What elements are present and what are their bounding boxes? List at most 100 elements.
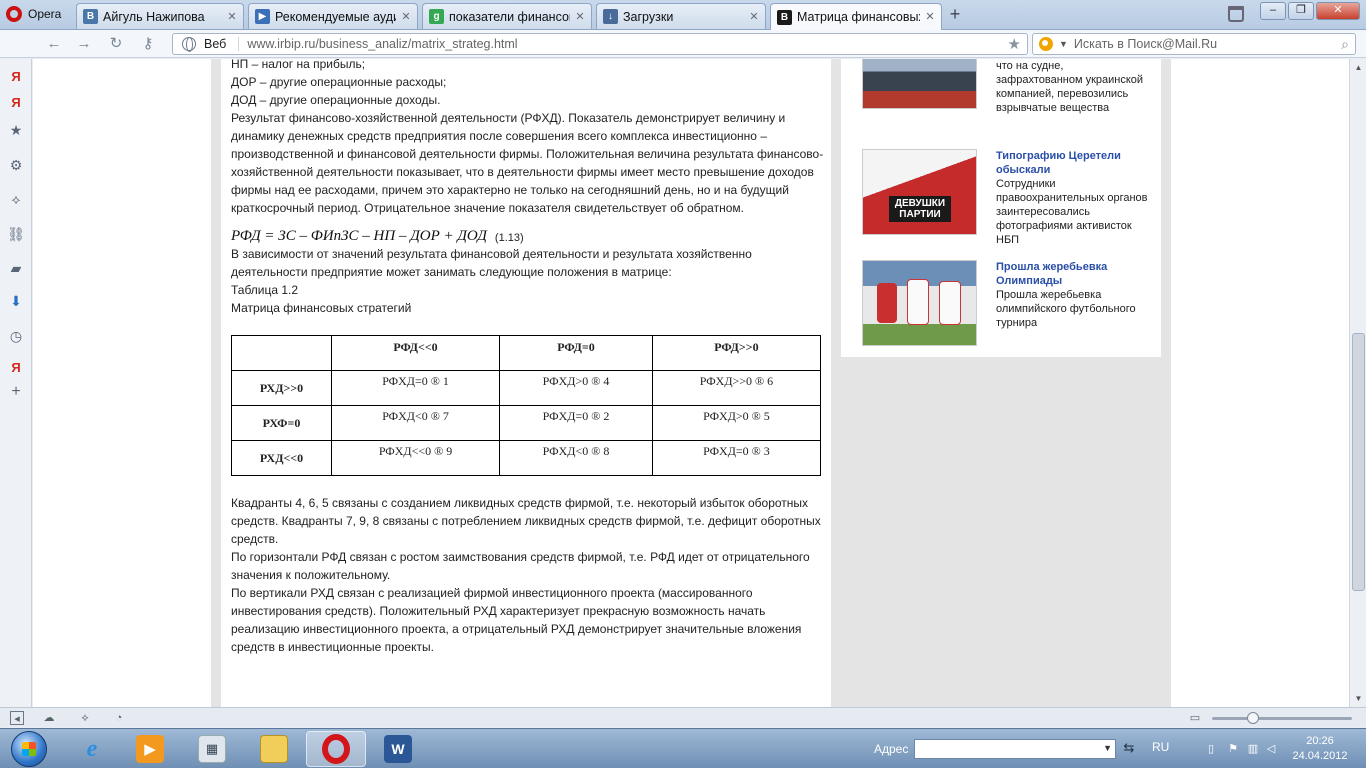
reload-icon[interactable]: ↻	[106, 35, 126, 53]
back-icon[interactable]: ←	[44, 35, 64, 53]
table-row: РХФ=0 РФХД<0 ® 7 РФХД=0 ® 2 РФХД>0 ® 5	[231, 405, 822, 441]
forward-icon[interactable]: →	[74, 35, 94, 53]
scrollbar-thumb[interactable]	[1352, 333, 1365, 591]
history-clock-icon[interactable]: ◷	[7, 327, 25, 345]
poster-caption: ДЕВУШКИ ПАРТИИ	[889, 196, 951, 222]
tab-close-icon[interactable]: ✕	[575, 11, 585, 22]
bookmarks-star-icon[interactable]: ★	[7, 121, 25, 139]
download-icon: ↓	[603, 9, 618, 24]
volume-icon[interactable]: ◁	[1264, 742, 1278, 756]
definition-np: НП – налог на прибыль;	[231, 59, 366, 71]
vertical-scrollbar[interactable]: ▲ ▼	[1349, 59, 1366, 707]
tab-close-icon[interactable]: ✕	[749, 11, 759, 22]
unite-icon[interactable]: ⟡	[78, 711, 92, 725]
table-title: Матрица финансовых стратегий	[231, 301, 412, 315]
news-title[interactable]: Типографию Церетели обыскали	[996, 149, 1152, 177]
tab-vk[interactable]: В Айгуль Нажипова ✕	[76, 3, 244, 29]
taskbar-word[interactable]: W	[368, 731, 428, 767]
settings-gear-icon[interactable]: ⚙	[7, 156, 25, 174]
news-desc: Прошла жеребьевка олимпийского футбольно…	[996, 289, 1136, 329]
definition-dod: ДОД – другие операционные доходы.	[231, 93, 441, 107]
tab-google-search[interactable]: g показатели финансов... ✕	[422, 3, 592, 29]
news-image-football[interactable]	[862, 260, 977, 346]
bookmark-star-icon[interactable]: ★	[1008, 35, 1021, 53]
taskbar-calculator[interactable]: ▦	[182, 731, 242, 767]
table-header-cell: РФД<<0	[330, 335, 501, 371]
address-field[interactable]: Веб www.irbip.ru/business_analiz/matrix_…	[172, 33, 1028, 55]
zoom-slider-track[interactable]	[1212, 717, 1352, 720]
chevron-down-icon[interactable]: ▼	[1103, 743, 1112, 753]
formula-block: РФД = ЗС – ФИпЗС – НП – ДОР + ДОД (1.13)	[231, 219, 831, 245]
speed-dial-icon[interactable]: ◔	[112, 711, 126, 725]
share-icon[interactable]: ⟡	[7, 190, 25, 208]
system-clock[interactable]: 20:26 24.04.2012	[1282, 734, 1358, 764]
formula: РФД = ЗС – ФИпЗС – НП – ДОР + ДОД	[231, 228, 487, 244]
new-tab-button[interactable]: +	[946, 5, 964, 24]
ie-icon: e	[86, 735, 98, 762]
add-panel-icon[interactable]: +	[7, 383, 25, 401]
definition-dor: ДОР – другие операционные расходы;	[231, 75, 447, 89]
scroll-down-icon[interactable]: ▼	[1353, 693, 1364, 704]
opera-menu-button[interactable]: Opera	[0, 2, 72, 26]
article-content: НП – налог на прибыль; ДОР – другие опер…	[221, 59, 831, 707]
restore-button[interactable]: ❐	[1288, 2, 1314, 20]
panel-toggle-icon[interactable]: ◂	[10, 711, 24, 725]
row-header-cell: РХФ=0	[231, 405, 332, 441]
table-cell: РФХД>>0 ® 6	[651, 370, 822, 406]
taskbar-explorer[interactable]	[244, 731, 304, 767]
yandex-icon[interactable]: Я	[7, 358, 25, 376]
yandex-icon[interactable]: Я	[7, 67, 25, 85]
taskbar-ie[interactable]: e	[62, 731, 122, 767]
key-icon[interactable]: ⚷	[138, 35, 158, 53]
tab-downloads[interactable]: ↓ Загрузки ✕	[596, 3, 766, 29]
yandex-mail-icon[interactable]: Я	[7, 93, 25, 111]
news-desc: что на судне, зафрахтованном украинской …	[996, 60, 1144, 114]
search-engine-icon[interactable]	[1039, 37, 1053, 51]
action-center-flag-icon[interactable]: ⚑	[1226, 742, 1240, 756]
chevron-down-icon[interactable]: ▼	[1059, 39, 1068, 49]
table-number: Таблица 1.2	[231, 283, 299, 297]
url-badge: Веб	[204, 37, 240, 51]
player-figure	[907, 279, 929, 325]
table-cell: РФХД>0 ® 5	[651, 405, 822, 441]
taskbar-go-icon[interactable]: ⇆	[1120, 740, 1138, 758]
taskbar-media-player[interactable]: ▶	[120, 731, 180, 767]
downloads-icon[interactable]: ⬇	[7, 292, 25, 310]
tray-device-icon[interactable]: ▯	[1204, 742, 1218, 756]
paragraph-vertical: По вертикали РХД связан с реализацией фи…	[231, 586, 802, 654]
tab-matrix-active[interactable]: B Матрица финансовых... ✕	[770, 3, 942, 30]
paragraph-horizontal: По горизонтали РФД связан с ростом заимс…	[231, 550, 810, 582]
player-figure	[939, 281, 961, 325]
tab-close-icon[interactable]: ✕	[925, 12, 935, 23]
trash-icon[interactable]	[1228, 6, 1244, 22]
start-button[interactable]	[2, 729, 56, 768]
tab-recommended-audio[interactable]: ▶ Рекомендуемые ауди... ✕	[248, 3, 418, 29]
link-icon[interactable]: ⛓	[7, 225, 25, 243]
language-indicator[interactable]: RU	[1152, 740, 1169, 754]
scroll-up-icon[interactable]: ▲	[1353, 62, 1364, 73]
tab-bar: Opera В Айгуль Нажипова ✕ ▶ Рекомендуемы…	[0, 0, 1366, 30]
news-image-poster[interactable]: ДЕВУШКИ ПАРТИИ	[862, 149, 977, 235]
search-icon[interactable]: ⌕	[1341, 36, 1349, 53]
news-title[interactable]: Прошла жеребьевка Олимпиады	[996, 260, 1152, 288]
url-text[interactable]: www.irbip.ru/business_analiz/matrix_stra…	[247, 37, 1007, 51]
close-window-button[interactable]: ✕	[1316, 2, 1360, 20]
zoom-slider-knob[interactable]	[1247, 712, 1259, 724]
tab-close-icon[interactable]: ✕	[401, 11, 411, 22]
table-cell: РФХД=0 ® 1	[330, 370, 501, 406]
search-field[interactable]: ▼ Искать в Поиск@Mail.Ru ⌕	[1032, 33, 1356, 55]
tab-label: Айгуль Нажипова	[103, 9, 205, 24]
notes-icon[interactable]: ▰	[7, 259, 25, 277]
taskbar-address-input[interactable]: ▼	[914, 739, 1116, 759]
cloud-icon[interactable]: ☁	[42, 711, 56, 725]
table-cell: РФХД>0 ® 4	[499, 370, 653, 406]
minimize-button[interactable]: –	[1260, 2, 1286, 20]
news-widget: что на судне, зафрахтованном украинской …	[841, 59, 1161, 357]
taskbar-opera[interactable]	[306, 731, 366, 767]
network-icon[interactable]: ▥	[1246, 742, 1260, 756]
view-icon[interactable]: ▭	[1188, 711, 1202, 725]
tab-close-icon[interactable]: ✕	[227, 11, 237, 22]
folder-icon	[260, 735, 288, 763]
vk-icon: В	[83, 9, 98, 24]
news-image-ship[interactable]	[862, 59, 977, 109]
